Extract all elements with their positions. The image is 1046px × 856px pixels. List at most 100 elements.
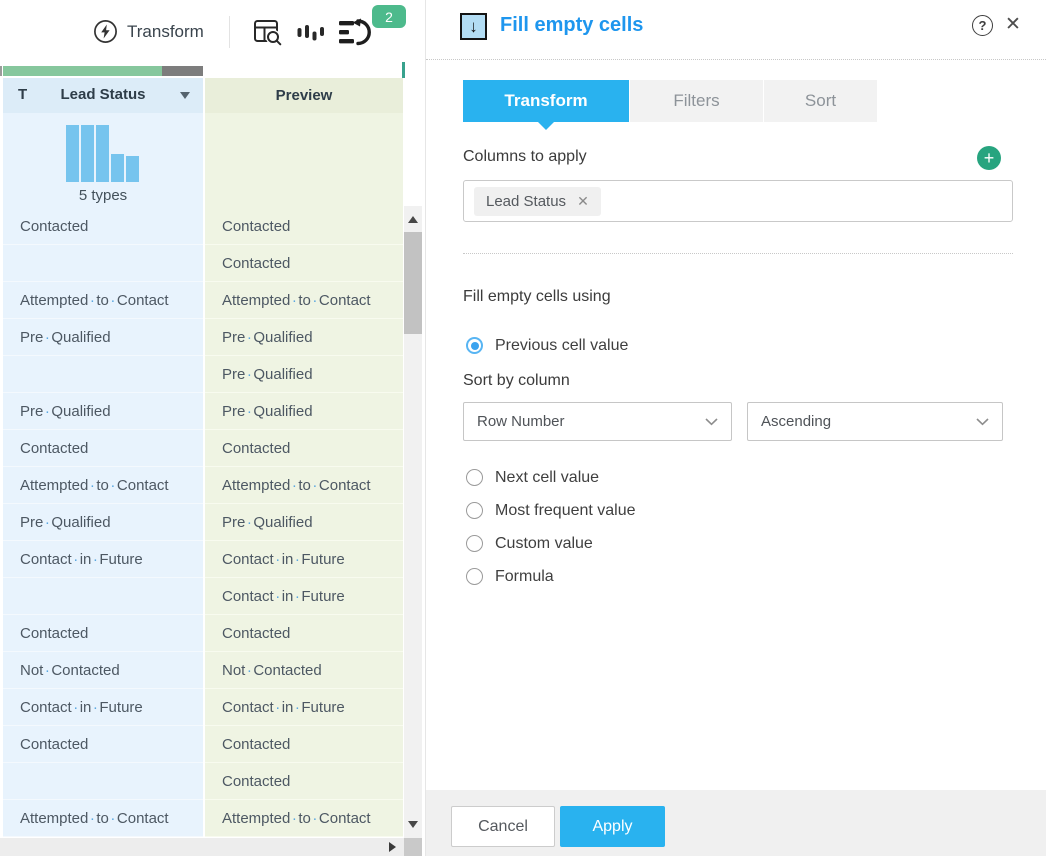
radio-icon[interactable] xyxy=(466,337,483,354)
scroll-down-arrow-icon[interactable] xyxy=(408,821,418,828)
fill-option-previous-cell-value[interactable]: Previous cell value xyxy=(466,334,628,357)
apply-button[interactable]: Apply xyxy=(560,806,665,847)
lead-status-cell[interactable]: Contact·in·Future xyxy=(3,541,203,578)
histogram-bar[interactable] xyxy=(126,156,139,182)
preview-cell[interactable]: Contacted xyxy=(205,430,403,467)
preview-cell[interactable]: Attempted·to·Contact xyxy=(205,467,403,504)
scroll-up-arrow-icon[interactable] xyxy=(408,216,418,223)
column-name: Lead Status xyxy=(3,86,203,103)
chip-remove-icon[interactable]: ✕ xyxy=(577,193,589,210)
fill-option-most-frequent-value[interactable]: Most frequent value xyxy=(466,499,636,522)
whitespace-dot: · xyxy=(45,514,50,531)
horizontal-scrollbar[interactable] xyxy=(0,838,404,856)
transform-button-label: Transform xyxy=(127,22,204,42)
help-icon[interactable]: ? xyxy=(972,15,993,36)
histogram-bar[interactable] xyxy=(81,125,94,182)
lead-status-cell[interactable]: Pre·Qualified xyxy=(3,393,203,430)
lead-status-cell[interactable]: Attempted·to·Contact xyxy=(3,800,203,837)
preview-cell[interactable]: Contact·in·Future xyxy=(205,541,403,578)
column-quality-bar[interactable] xyxy=(3,66,203,76)
close-icon[interactable]: ✕ xyxy=(1005,15,1021,34)
fill-option-label: Previous cell value xyxy=(495,337,628,355)
preview-cell[interactable]: Contacted xyxy=(205,763,403,800)
whitespace-dot: · xyxy=(295,588,300,605)
preview-cell[interactable]: Contacted xyxy=(205,208,403,245)
table-row: ContactedContacted xyxy=(0,615,404,652)
radio-icon[interactable] xyxy=(466,502,483,519)
sort-column-dropdown[interactable]: Row Number xyxy=(463,402,732,441)
preview-cell[interactable]: Not·Contacted xyxy=(205,652,403,689)
header-divider xyxy=(426,59,1046,60)
histogram-bar[interactable] xyxy=(66,125,79,182)
tab-transform[interactable]: Transform xyxy=(463,80,629,122)
lead-status-cell[interactable]: Pre·Qualified xyxy=(3,504,203,541)
radio-icon[interactable] xyxy=(466,568,483,585)
add-column-button[interactable]: + xyxy=(977,146,1001,170)
quality-valid-segment[interactable] xyxy=(3,66,162,76)
whitespace-dot: · xyxy=(90,292,95,309)
preview-cell[interactable]: Contact·in·Future xyxy=(205,578,403,615)
vertical-scrollbar[interactable] xyxy=(404,206,422,838)
lead-status-cell[interactable]: Not·Contacted xyxy=(3,652,203,689)
lead-status-cell[interactable]: Contacted xyxy=(3,615,203,652)
steps-count-badge[interactable]: 2 xyxy=(372,5,406,28)
chevron-down-icon xyxy=(705,418,718,426)
preview-cell[interactable]: Attempted·to·Contact xyxy=(205,282,403,319)
lead-status-cell[interactable] xyxy=(3,763,203,800)
cancel-button[interactable]: Cancel xyxy=(451,806,555,847)
lead-status-cell[interactable]: Contact·in·Future xyxy=(3,689,203,726)
lead-status-cell[interactable]: Contacted xyxy=(3,208,203,245)
preview-cell[interactable]: Contacted xyxy=(205,245,403,282)
sort-order-dropdown[interactable]: Ascending xyxy=(747,402,1003,441)
preview-cell[interactable]: Pre·Qualified xyxy=(205,504,403,541)
toolbar-divider xyxy=(229,16,230,48)
vertical-scrollbar-thumb[interactable] xyxy=(404,232,422,334)
chevron-down-icon xyxy=(976,418,989,426)
selected-columns-input[interactable]: Lead Status ✕ xyxy=(463,180,1013,222)
column-menu-caret-icon[interactable] xyxy=(180,92,190,99)
histogram-bar[interactable] xyxy=(111,154,124,182)
lead-status-cell[interactable]: Contacted xyxy=(3,726,203,763)
column-chip-label: Lead Status xyxy=(486,193,566,210)
scroll-right-arrow-icon[interactable] xyxy=(389,842,396,852)
column-stats-button[interactable] xyxy=(297,23,325,43)
radio-icon[interactable] xyxy=(466,469,483,486)
fill-option-next-cell-value[interactable]: Next cell value xyxy=(466,466,636,489)
lead-status-cell[interactable]: Pre·Qualified xyxy=(3,319,203,356)
tab-sort[interactable]: Sort xyxy=(763,80,877,122)
radio-icon[interactable] xyxy=(466,535,483,552)
fill-option-label: Most frequent value xyxy=(495,502,636,520)
fill-option-custom-value[interactable]: Custom value xyxy=(466,532,636,555)
whitespace-dot: · xyxy=(247,366,252,383)
preview-cell[interactable]: Attempted·to·Contact xyxy=(205,800,403,837)
preview-cell[interactable]: Contacted xyxy=(205,726,403,763)
preview-cell[interactable]: Pre·Qualified xyxy=(205,356,403,393)
histogram-bar[interactable] xyxy=(96,125,109,182)
column-header-lead-status[interactable]: T Lead Status xyxy=(3,78,203,113)
lead-status-cell[interactable] xyxy=(3,245,203,282)
column-histogram[interactable]: 5 types xyxy=(3,113,203,208)
app-root: Transform xyxy=(0,0,1046,856)
whitespace-dot: · xyxy=(93,551,98,568)
data-search-button[interactable] xyxy=(251,16,284,49)
lead-status-cell[interactable]: Attempted·to·Contact xyxy=(3,282,203,319)
fill-option-formula[interactable]: Formula xyxy=(466,565,636,588)
preview-cell[interactable]: Contact·in·Future xyxy=(205,689,403,726)
pipeline-steps-button[interactable] xyxy=(337,16,374,48)
whitespace-dot: · xyxy=(73,699,78,716)
preview-cell[interactable]: Pre·Qualified xyxy=(205,393,403,430)
fill-option-group-selected: Previous cell value xyxy=(466,334,628,357)
lead-status-cell[interactable] xyxy=(3,356,203,393)
column-chip: Lead Status ✕ xyxy=(474,187,601,216)
tab-filters[interactable]: Filters xyxy=(629,80,763,122)
lead-status-cell[interactable]: Contacted xyxy=(3,430,203,467)
whitespace-dot: · xyxy=(292,477,297,494)
preview-cell[interactable]: Pre·Qualified xyxy=(205,319,403,356)
quality-invalid-segment[interactable] xyxy=(162,66,203,76)
preview-cell[interactable]: Contacted xyxy=(205,615,403,652)
fill-option-label: Next cell value xyxy=(495,469,599,487)
transform-menu-button[interactable]: Transform xyxy=(93,19,204,44)
lead-status-cell[interactable]: Attempted·to·Contact xyxy=(3,467,203,504)
lead-status-cell[interactable] xyxy=(3,578,203,615)
fill-option-label: Custom value xyxy=(495,535,593,553)
